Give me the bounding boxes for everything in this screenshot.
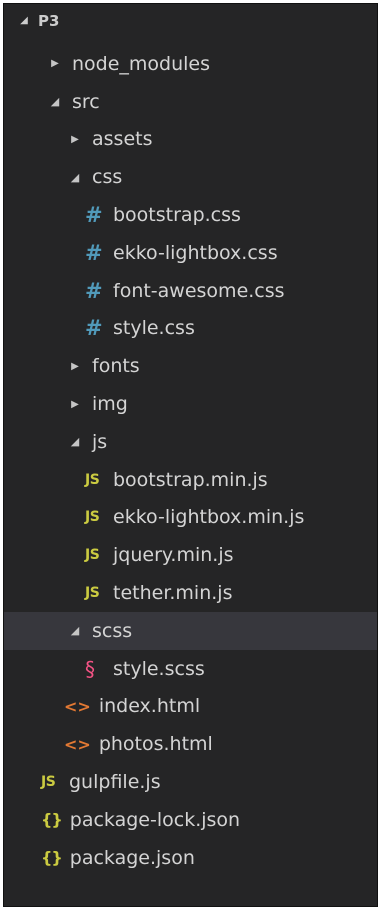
tree-item-label: photos.html bbox=[98, 733, 213, 756]
chevron-right-icon[interactable]: ▶ bbox=[68, 361, 82, 372]
file-tree: ▶ node_modules ◢ src ▶ assets ◢ css # bo… bbox=[4, 45, 377, 877]
tree-item-src[interactable]: ◢ src bbox=[4, 83, 377, 121]
css-file-icon: # bbox=[85, 203, 103, 228]
tree-item-tether-min-js[interactable]: JS tether.min.js bbox=[4, 574, 377, 612]
tree-item-index-html[interactable]: <> index.html bbox=[4, 688, 377, 726]
tree-item-fonts[interactable]: ▶ fonts bbox=[4, 347, 377, 385]
tree-item-label: package-lock.json bbox=[69, 808, 241, 831]
js-file-icon: JS bbox=[85, 471, 100, 488]
tree-item-package-json[interactable]: {} package.json bbox=[4, 839, 377, 877]
chevron-right-icon[interactable]: ▶ bbox=[48, 58, 62, 69]
tree-item-ekko-lightbox-min-js[interactable]: JS ekko-lightbox.min.js bbox=[4, 499, 377, 537]
js-file-icon: JS bbox=[41, 774, 56, 791]
tree-item-label: ekko-lightbox.min.js bbox=[113, 506, 305, 529]
tree-item-label: fonts bbox=[92, 355, 140, 378]
css-file-icon: # bbox=[85, 240, 103, 265]
tree-item-label: gulpfile.js bbox=[69, 771, 161, 794]
tree-item-ekko-lightbox-css[interactable]: # ekko-lightbox.css bbox=[4, 234, 377, 272]
tree-item-label: node_modules bbox=[72, 52, 211, 75]
tree-item-label: tether.min.js bbox=[113, 582, 233, 605]
html-file-icon: <> bbox=[64, 734, 91, 754]
tree-item-label: src bbox=[72, 90, 100, 113]
chevron-down-icon[interactable]: ◢ bbox=[68, 435, 82, 448]
tree-item-package-lock-json[interactable]: {} package-lock.json bbox=[4, 801, 377, 839]
explorer-panel: ◢ P3 ▶ node_modules ◢ src ▶ assets ◢ css… bbox=[3, 3, 378, 907]
chevron-down-icon[interactable]: ◢ bbox=[48, 95, 62, 108]
tree-item-jquery-min-js[interactable]: JS jquery.min.js bbox=[4, 536, 377, 574]
js-file-icon: JS bbox=[85, 509, 100, 526]
js-file-icon: JS bbox=[85, 547, 100, 564]
tree-item-bootstrap-css[interactable]: # bootstrap.css bbox=[4, 196, 377, 234]
tree-item-photos-html[interactable]: <> photos.html bbox=[4, 725, 377, 763]
tree-item-bootstrap-min-js[interactable]: JS bootstrap.min.js bbox=[4, 461, 377, 499]
tree-item-img[interactable]: ▶ img bbox=[4, 385, 377, 423]
tree-item-label: ekko-lightbox.css bbox=[113, 241, 278, 264]
tree-item-style-css[interactable]: # style.css bbox=[4, 310, 377, 348]
tree-item-style-scss[interactable]: § style.scss bbox=[4, 650, 377, 688]
tree-item-label: style.css bbox=[113, 317, 195, 340]
tree-item-label: scss bbox=[92, 619, 133, 642]
tree-item-label: bootstrap.css bbox=[113, 204, 241, 227]
css-file-icon: # bbox=[85, 278, 103, 303]
tree-item-label: img bbox=[92, 393, 128, 416]
tree-item-label: style.scss bbox=[113, 657, 205, 680]
tree-item-js[interactable]: ◢ js bbox=[4, 423, 377, 461]
chevron-right-icon[interactable]: ▶ bbox=[68, 134, 82, 145]
tree-item-scss[interactable]: ◢ scss bbox=[4, 611, 377, 650]
tree-root-p3[interactable]: ◢ P3 bbox=[4, 4, 377, 37]
chevron-down-icon[interactable]: ◢ bbox=[68, 171, 82, 184]
tree-item-node-modules[interactable]: ▶ node_modules bbox=[4, 45, 377, 83]
tree-item-label: jquery.min.js bbox=[113, 544, 234, 567]
html-file-icon: <> bbox=[64, 696, 91, 716]
tree-item-label: bootstrap.min.js bbox=[113, 468, 268, 491]
js-file-icon: JS bbox=[85, 585, 100, 602]
tree-item-gulpfile-js[interactable]: JS gulpfile.js bbox=[4, 763, 377, 801]
chevron-down-icon[interactable]: ◢ bbox=[18, 15, 30, 26]
css-file-icon: # bbox=[85, 316, 103, 341]
tree-item-label: index.html bbox=[98, 695, 201, 718]
tree-item-label: font-awesome.css bbox=[113, 279, 285, 302]
root-folder-label: P3 bbox=[38, 11, 60, 30]
json-file-icon: {} bbox=[41, 848, 63, 868]
tree-item-assets[interactable]: ▶ assets bbox=[4, 121, 377, 159]
tree-item-label: package.json bbox=[69, 846, 195, 869]
chevron-down-icon[interactable]: ◢ bbox=[68, 624, 82, 637]
scss-file-icon: § bbox=[85, 656, 95, 681]
tree-item-label: js bbox=[92, 430, 108, 453]
tree-item-font-awesome-css[interactable]: # font-awesome.css bbox=[4, 272, 377, 310]
tree-item-css[interactable]: ◢ css bbox=[4, 158, 377, 196]
tree-item-label: css bbox=[92, 166, 123, 189]
json-file-icon: {} bbox=[41, 810, 63, 830]
tree-item-label: assets bbox=[92, 128, 153, 151]
chevron-right-icon[interactable]: ▶ bbox=[68, 399, 82, 410]
